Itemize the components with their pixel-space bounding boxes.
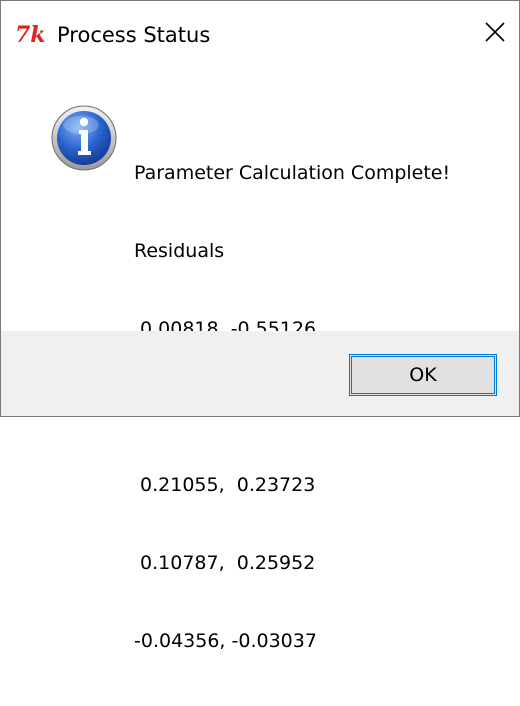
dialog-window: 7k Process Status Parameter Calculation … [0,0,520,652]
tk-feather-icon: 7k [15,22,46,47]
residual-line: 0.21055, 0.23723 [134,474,316,496]
residual-line: -0.04356, -0.03037 [134,630,317,652]
close-button[interactable] [471,1,519,63]
message-heading: Parameter Calculation Complete! [134,162,451,184]
svg-text:7k: 7k [15,22,46,47]
title-bar[interactable]: 7k Process Status [1,1,519,63]
info-icon [51,105,117,171]
message-subheading: Residuals [134,240,225,262]
dialog-content: Parameter Calculation Complete! Residual… [1,63,519,652]
window-title: Process Status [57,23,211,47]
button-bar: OK [1,331,519,416]
residual-line: 0.10787, 0.25952 [134,552,316,574]
close-icon [485,22,505,42]
ok-button[interactable]: OK [349,354,497,396]
